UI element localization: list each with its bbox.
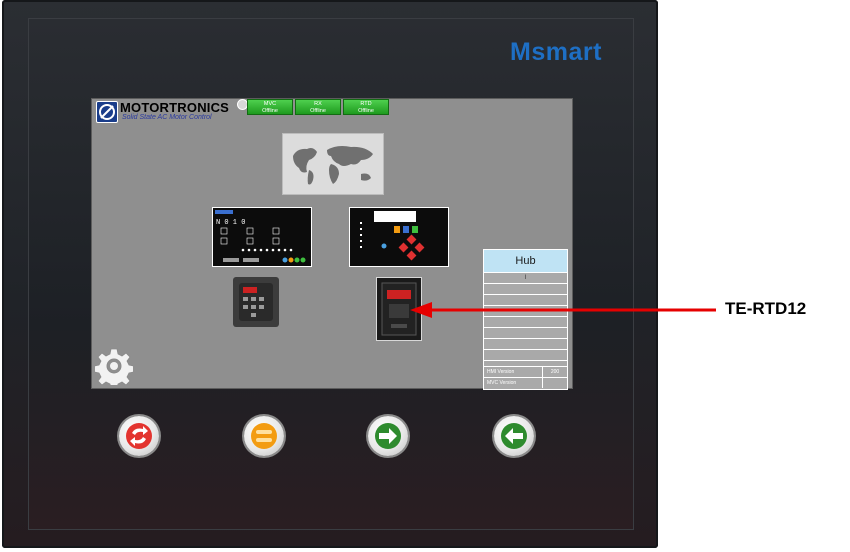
- back-button[interactable]: [494, 416, 534, 456]
- hub-title[interactable]: Hub: [484, 250, 567, 273]
- arrow-left-icon: [501, 423, 527, 449]
- mvc-screen-thumbnail[interactable]: N 0 1 0: [212, 207, 312, 267]
- hub-row: I: [484, 273, 567, 284]
- refresh-button[interactable]: [119, 416, 159, 456]
- rx-screen-thumbnail[interactable]: [349, 207, 449, 267]
- menu-icon: [251, 423, 277, 449]
- menu-button[interactable]: [244, 416, 284, 456]
- mvc-version-label: MVC Version: [487, 380, 517, 386]
- pill-name: RTD: [360, 101, 372, 107]
- forward-button[interactable]: [368, 416, 408, 456]
- keypad-device-icon[interactable]: [233, 277, 279, 327]
- logo-tagline: Solid State AC Motor Control: [122, 114, 212, 121]
- hub-row: [484, 284, 567, 295]
- hmi-version-row: HMI Version 200: [484, 366, 567, 377]
- arrow-right-icon: [375, 423, 401, 449]
- pill-status: Offline: [358, 108, 374, 114]
- hmi-screen: MOTORTRONICS Solid State AC Motor Contro…: [91, 98, 573, 390]
- device-bezel: Msmart MOTORTRONICS Solid State AC Motor…: [2, 0, 658, 548]
- hmi-version-label: HMI Version: [487, 369, 515, 375]
- brand-label: Msmart: [510, 38, 602, 66]
- hub-row: [484, 328, 567, 339]
- mvc-version-row: MVC Version: [484, 377, 567, 388]
- pill-name: MVC: [263, 101, 277, 107]
- world-map-icon[interactable]: [282, 133, 384, 195]
- motortronics-logo-icon: [96, 101, 118, 123]
- refresh-icon: [126, 423, 152, 449]
- status-pill-rx[interactable]: RX Offline: [295, 99, 341, 115]
- pill-name: RX: [314, 101, 322, 107]
- mvc-version-value: [542, 378, 567, 388]
- pill-status: Offline: [310, 108, 326, 114]
- status-pill-rtd[interactable]: RTD Offline: [343, 99, 389, 115]
- pill-status: Offline: [262, 108, 278, 114]
- hmi-version-value: 200: [542, 367, 567, 377]
- hub-row: [484, 339, 567, 350]
- callout-arrow-icon: [410, 302, 716, 318]
- settings-gear-icon[interactable]: [93, 347, 135, 390]
- callout-label: TE-RTD12: [725, 299, 807, 318]
- hub-row: [484, 350, 567, 361]
- logo-text: MOTORTRONICS: [120, 100, 230, 115]
- status-pill-mvc[interactable]: MVC Offline: [247, 99, 293, 115]
- svg-text:N 0 1 0: N 0 1 0: [216, 219, 245, 227]
